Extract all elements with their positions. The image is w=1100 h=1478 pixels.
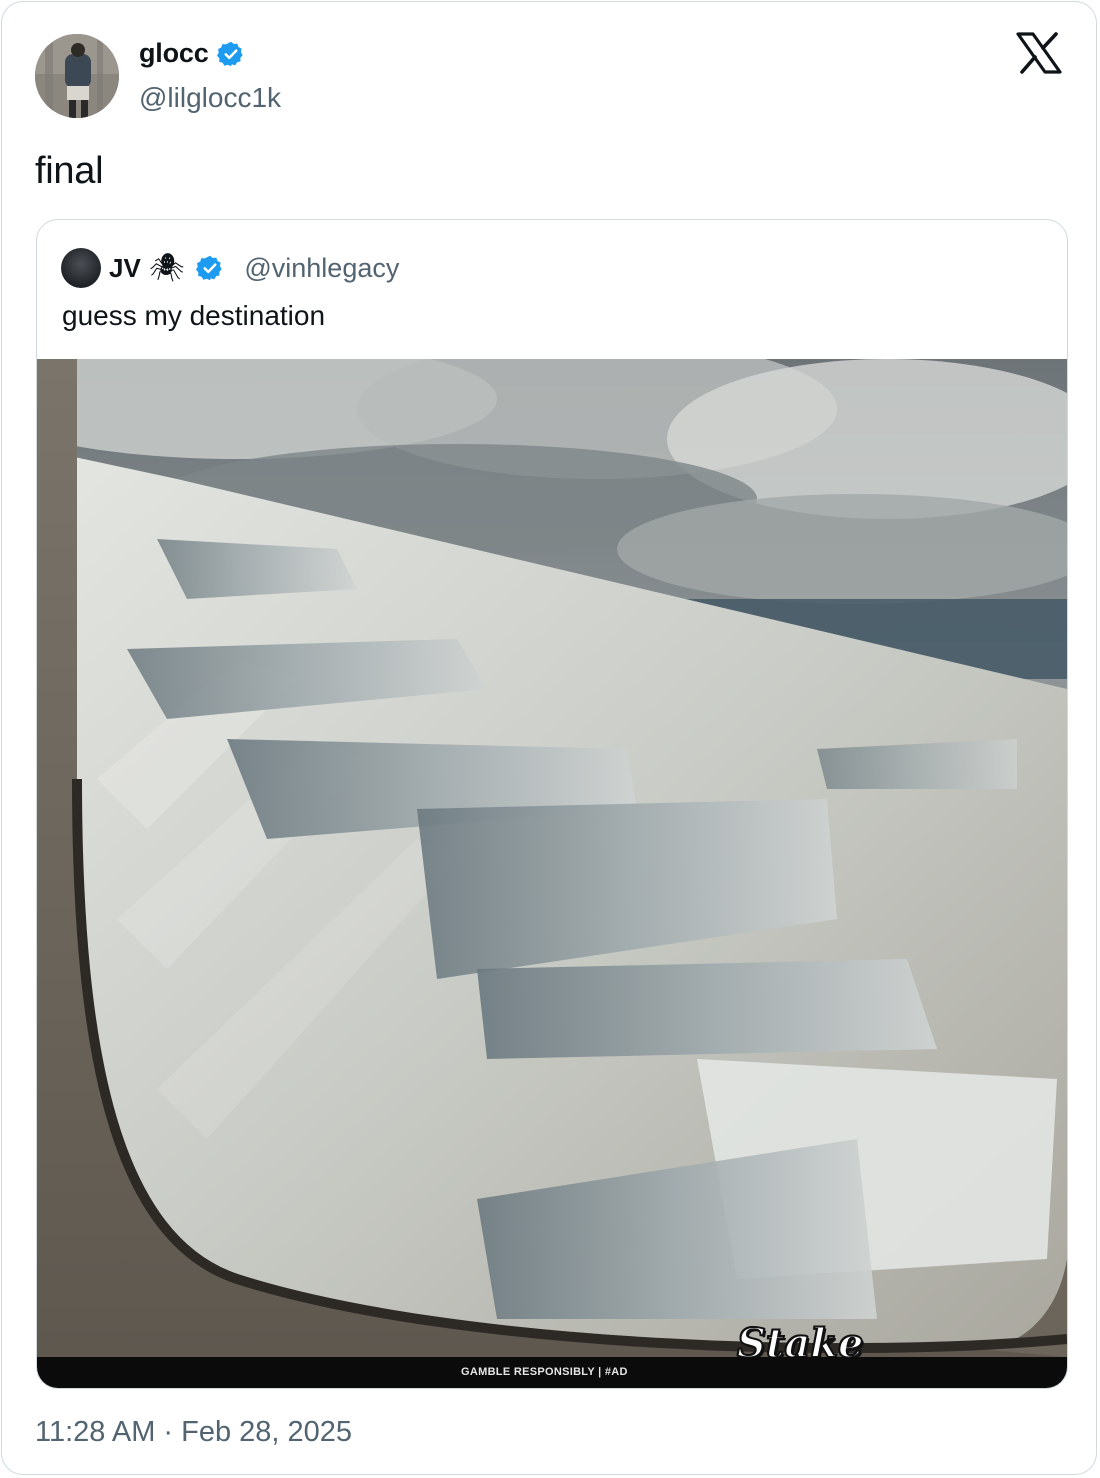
x-logo-icon[interactable] bbox=[1016, 32, 1062, 74]
author-name-row[interactable]: glocc bbox=[139, 38, 245, 69]
verified-badge-icon bbox=[216, 41, 243, 66]
author-avatar[interactable] bbox=[35, 34, 119, 118]
quoted-tweet-text: guess my destination bbox=[62, 300, 326, 331]
tweet-text: final bbox=[35, 150, 104, 192]
tweet-timestamp[interactable]: 11:28 AM · Feb 28, 2025 bbox=[35, 1416, 352, 1449]
quoted-tweet-photo[interactable] bbox=[37, 359, 1067, 1357]
author-display-name[interactable]: glocc bbox=[139, 38, 209, 69]
spider-emoji-icon: 🕷 bbox=[148, 252, 185, 283]
ad-text: GAMBLE RESPONSIBLY | #AD bbox=[461, 1366, 628, 1378]
quoted-tweet[interactable]: JV 🕷 @vinhlegacy guess my destination St… bbox=[36, 219, 1068, 1389]
author-handle[interactable]: @lilglocc1k bbox=[139, 82, 281, 114]
quoted-author-display-name[interactable]: JV bbox=[109, 253, 141, 284]
quoted-author-handle[interactable]: @vinhlegacy bbox=[244, 253, 399, 284]
quoted-author-row[interactable]: JV 🕷 @vinhlegacy bbox=[61, 248, 399, 288]
verified-badge-icon bbox=[196, 255, 223, 281]
tweet-card: glocc @lilglocc1k final JV 🕷 @vinhlegacy… bbox=[1, 1, 1097, 1475]
ad-banner: GAMBLE RESPONSIBLY | #AD bbox=[37, 1357, 1067, 1388]
quoted-author-avatar[interactable] bbox=[61, 248, 101, 288]
